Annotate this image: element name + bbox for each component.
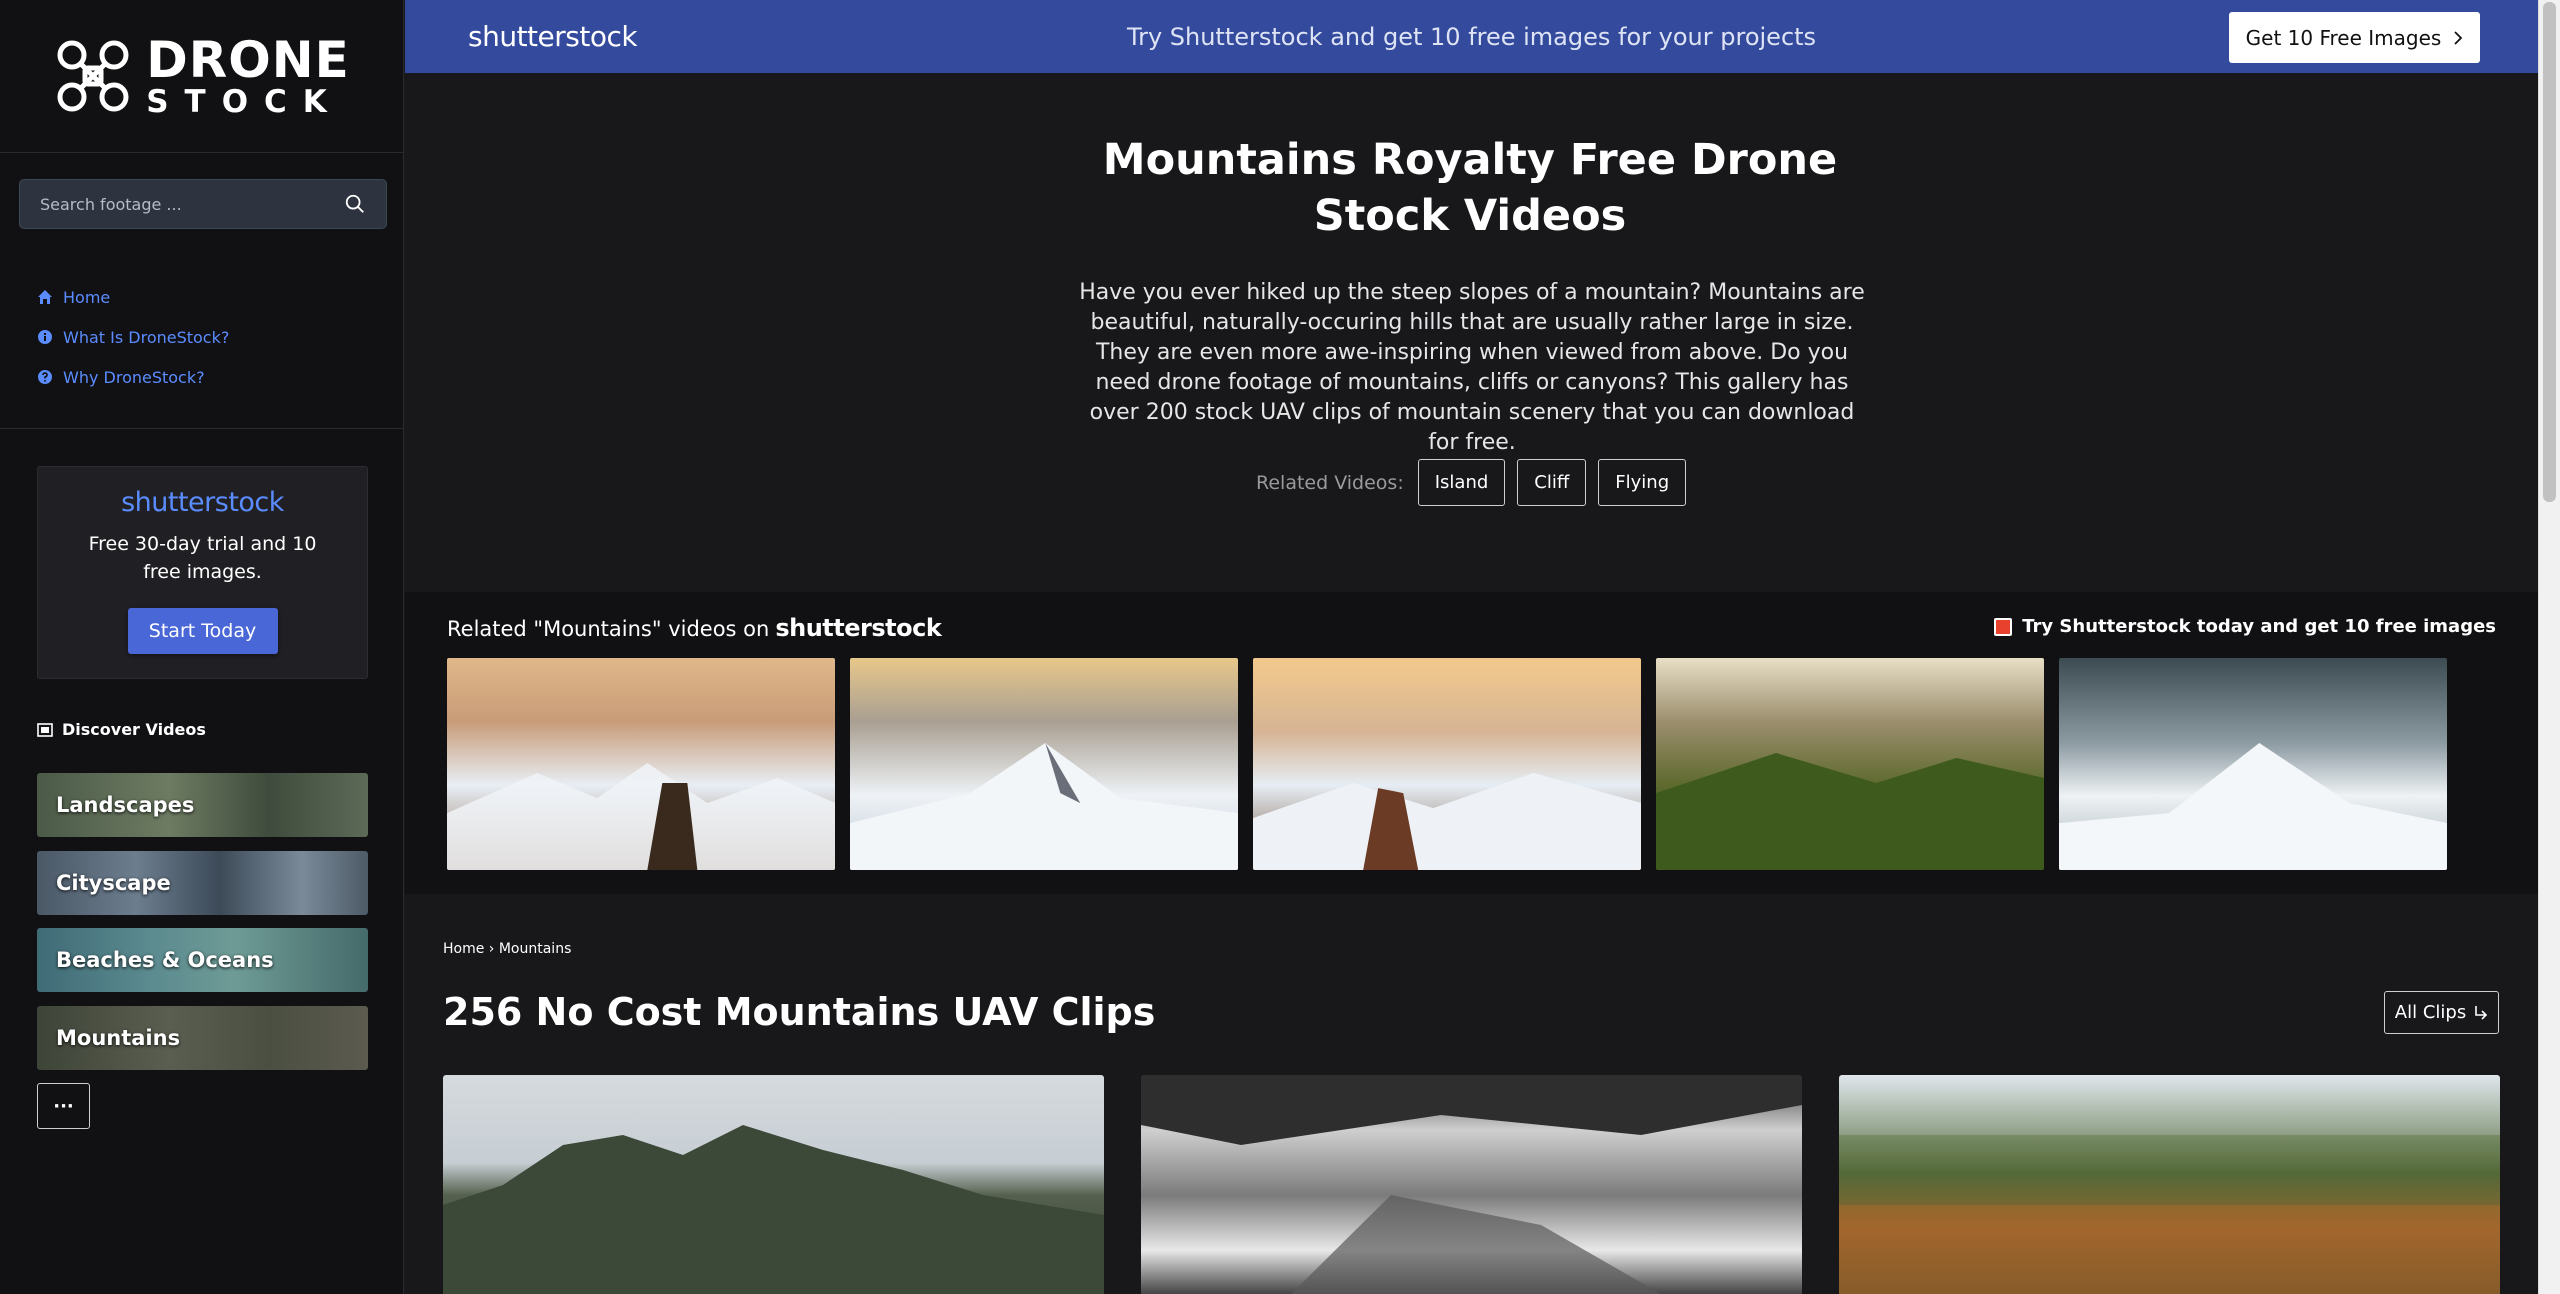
shutterstock-thumbnail[interactable] [447,658,835,870]
arrow-return-icon [2475,1005,2488,1020]
question-icon [38,370,52,384]
film-icon [37,722,53,737]
page-description: Have you ever hiked up the steep slopes … [1079,280,1865,455]
category-cityscape[interactable]: Cityscape [37,851,368,915]
sidebar-item-what-is[interactable]: What Is DroneStock? [37,317,229,357]
info-icon [38,330,52,344]
breadcrumb[interactable]: Home › Mountains [443,941,571,957]
related-videos: Related Videos: Island Cliff Flying [1256,459,1687,506]
shutterstock-thumbnails [447,658,2447,870]
logo-line1: DRONE [146,30,350,89]
clips-section-title: 256 No Cost Mountains UAV Clips [443,990,1156,1034]
promo-brand: shutterstock [121,487,284,518]
logo-line2: STOCK [146,83,343,120]
mountain-graphic [2059,742,2447,870]
page-title: Mountains Royalty Free Drone Stock Video… [1102,135,1838,241]
cta-label: Get 10 Free Images [2245,25,2442,50]
mountain-graphic [1253,772,1641,870]
mountain-graphic [1141,1075,1802,1294]
search-input[interactable] [40,194,344,214]
clip-thumbnail[interactable] [443,1075,1104,1294]
all-clips-button[interactable]: All Clips [2384,991,2499,1034]
category-mountains[interactable]: Mountains [37,1006,368,1070]
mountain-graphic [1656,752,2044,870]
sidebar-item-home[interactable]: Home [37,277,229,317]
mountain-graphic [443,1125,1104,1294]
shutterstock-heading-text: Related "Mountains" videos on [447,617,770,641]
clip-thumbnail[interactable] [1839,1075,2500,1294]
topbar-brand[interactable]: shutterstock [468,20,638,53]
discover-heading: Discover Videos [37,720,206,739]
search-box [19,179,387,229]
sidebar-item-why[interactable]: Why DroneStock? [37,357,229,397]
shutterstock-thumbnail[interactable] [2059,658,2447,870]
discover-label: Discover Videos [62,720,206,739]
promo-text: Free 30-day trial and 10 free images. [88,533,317,583]
forest-graphic [1839,1135,2500,1294]
sidebar-item-label: Home [63,287,111,307]
drone-logo-icon [57,40,129,112]
search-icon[interactable] [344,193,366,215]
more-categories-button[interactable]: ··· [37,1083,90,1129]
shutterstock-heading: Related "Mountains" videos on shuttersto… [447,614,942,642]
start-today-button[interactable]: Start Today [127,608,278,654]
chevron-right-icon [2454,30,2463,45]
shutterstock-try-text: Try Shutterstock today and get 10 free i… [2022,616,2496,637]
sidebar-divider [0,428,404,429]
sidebar-nav: Home What Is DroneStock? Why DroneStock? [37,277,229,397]
mountain-graphic [447,762,835,870]
scrollbar-thumb[interactable] [2543,2,2556,502]
sidebar: DRONE STOCK Home What Is DroneStock? Why… [0,0,404,1294]
sidebar-item-label: What Is DroneStock? [63,327,230,347]
clip-thumbnail[interactable] [1141,1075,1802,1294]
related-tag-island[interactable]: Island [1417,459,1506,506]
home-icon [38,290,52,304]
mountain-graphic [850,742,1238,870]
shutterstock-promo: shutterstock Free 30-day trial and 10 fr… [37,466,368,679]
shutterstock-thumbnail[interactable] [1253,658,1641,870]
shutterstock-badge-icon [1994,617,2013,636]
clips-grid [443,1075,2500,1294]
sidebar-item-label: Why DroneStock? [63,367,205,387]
topbar-message: Try Shutterstock and get 10 free images … [1126,22,1817,51]
shutterstock-try-link[interactable]: Try Shutterstock today and get 10 free i… [1994,616,2496,637]
page-scrollbar[interactable] [2538,0,2560,1294]
category-beaches-oceans[interactable]: Beaches & Oceans [37,928,368,992]
site-logo[interactable]: DRONE STOCK [0,0,404,153]
shutterstock-heading-brand: shutterstock [775,614,942,642]
related-label: Related Videos: [1256,471,1404,494]
shutterstock-thumbnail[interactable] [1656,658,2044,870]
shutterstock-thumbnail[interactable] [850,658,1238,870]
get-free-images-button[interactable]: Get 10 Free Images [2229,12,2480,63]
all-clips-label: All Clips [2394,1002,2467,1023]
shutterstock-topbar: shutterstock Try Shutterstock and get 10… [405,0,2538,73]
category-landscapes[interactable]: Landscapes [37,773,368,837]
related-tag-flying[interactable]: Flying [1598,459,1687,506]
shutterstock-related-section: Related "Mountains" videos on shuttersto… [405,592,2538,894]
related-tag-cliff[interactable]: Cliff [1517,459,1587,506]
